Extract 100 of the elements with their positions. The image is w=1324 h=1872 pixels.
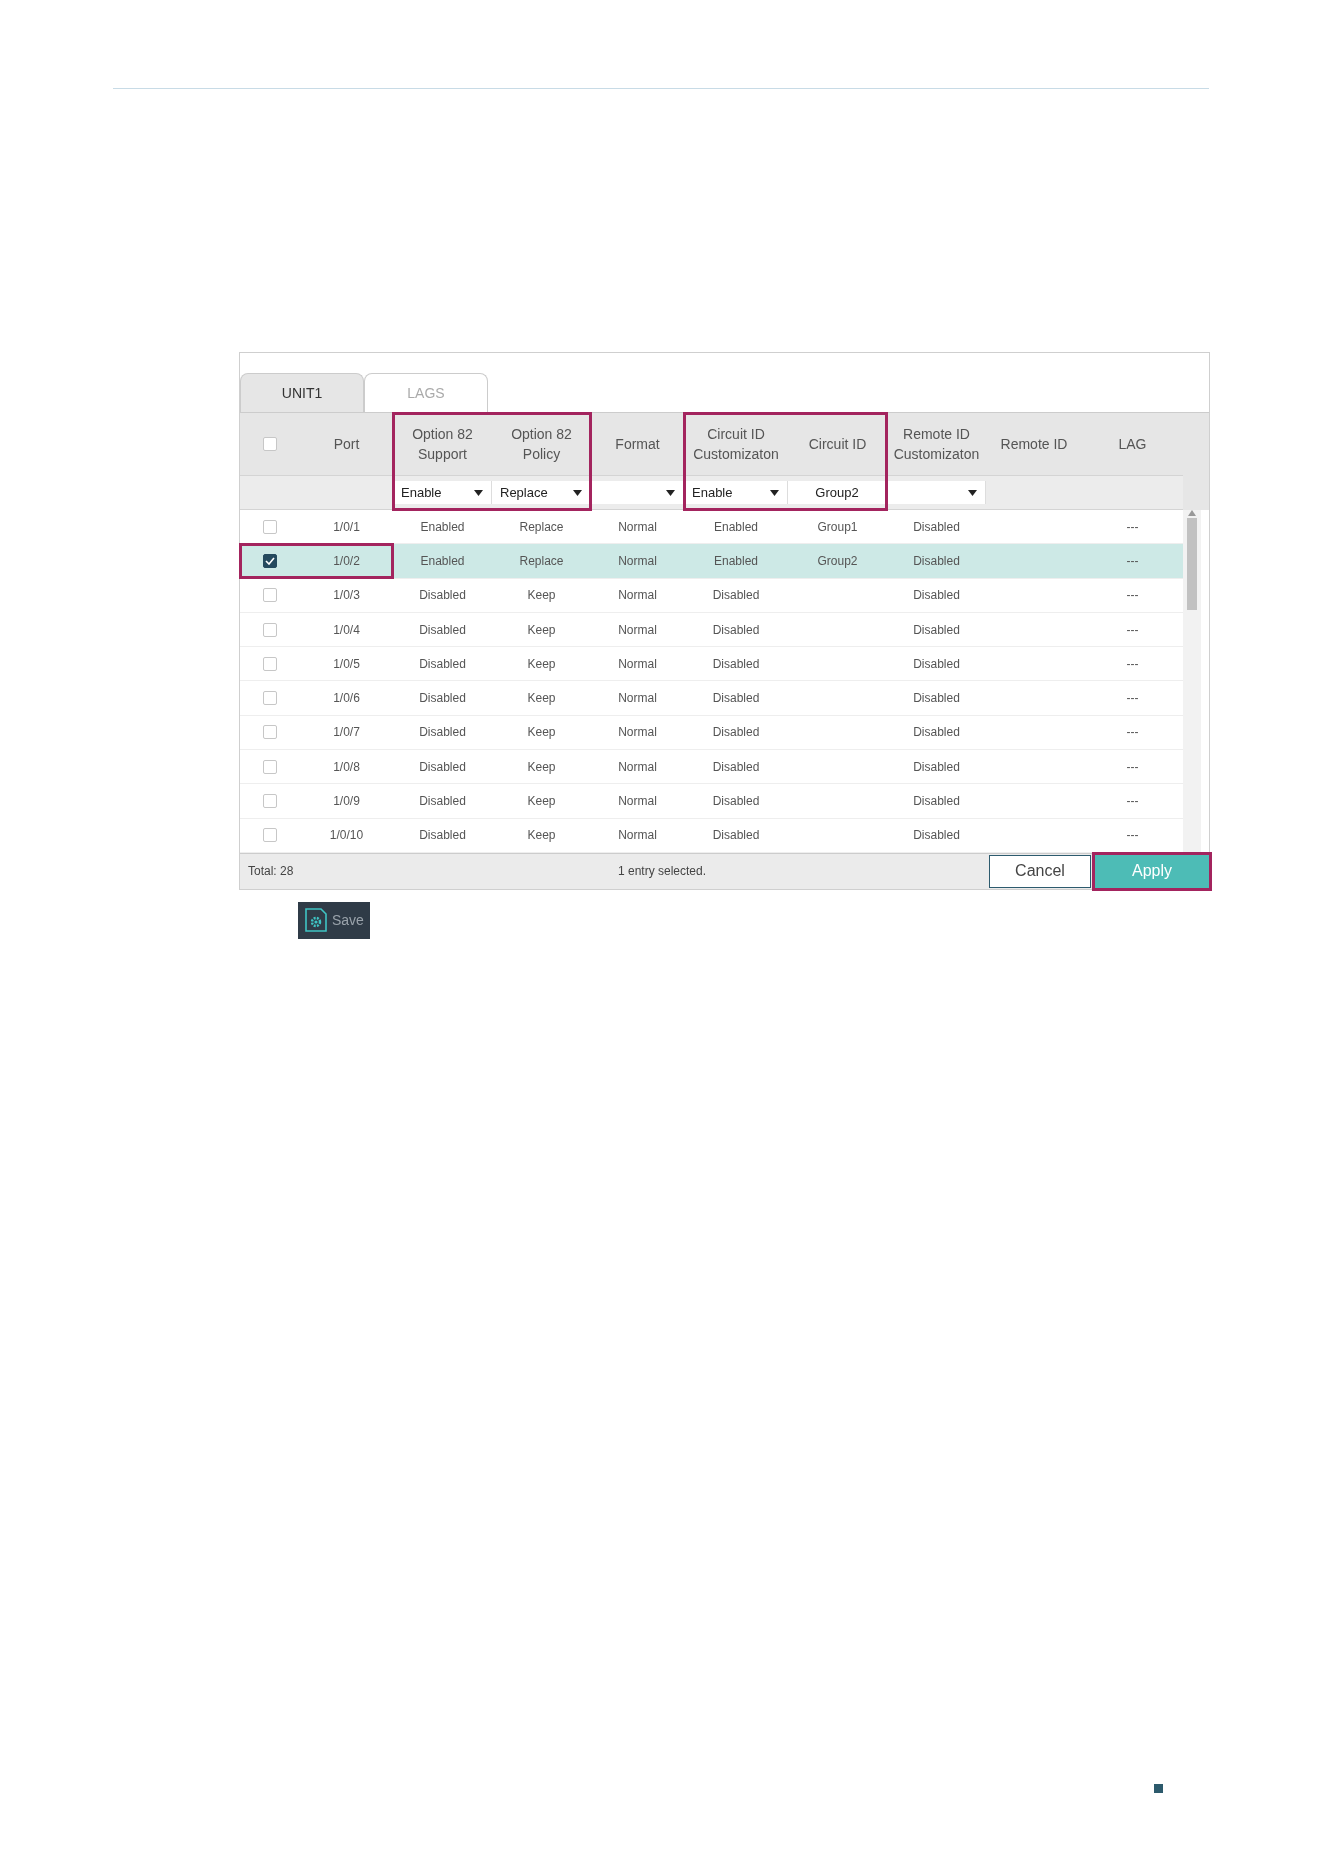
table-cell: 1/0/7	[333, 725, 360, 740]
table-cell: 1/0/10	[329, 828, 364, 843]
table-cell: Disabled	[712, 656, 760, 671]
table-cell: ---	[1126, 519, 1139, 534]
scrollbar-thumb[interactable]	[1187, 518, 1197, 610]
table-cell: 1/0/2	[333, 553, 360, 568]
table-cell: Enabled	[420, 553, 465, 568]
table-cell: Disabled	[913, 794, 960, 808]
scrollbar[interactable]	[1183, 510, 1201, 853]
table-cell: Disabled	[419, 725, 466, 740]
dropdown-field[interactable]: Replace	[492, 481, 591, 504]
table-cell: Enabled	[420, 519, 465, 534]
table-cell: Disabled	[913, 656, 960, 671]
table-cell: Disabled	[913, 828, 960, 843]
table-cell: Normal	[618, 794, 657, 808]
table-cell: Normal	[618, 691, 657, 706]
floppy-gear-icon	[304, 908, 328, 933]
dropdown-caret-icon	[770, 489, 779, 496]
table-cell: 1/0/9	[333, 794, 360, 808]
table-cell: Disabled	[419, 588, 466, 603]
column-header: Remote ID	[999, 435, 1069, 454]
column-header: Port	[332, 435, 361, 454]
table-cell: Group1	[817, 519, 858, 534]
table-cell: 1/0/6	[333, 691, 360, 706]
table-cell: Disabled	[419, 691, 466, 706]
table-cell: ---	[1126, 691, 1139, 706]
table-cell: Disabled	[712, 759, 760, 774]
table-cell: Disabled	[712, 691, 760, 706]
table-cell: Replace	[519, 553, 564, 568]
table-cell: Enabled	[713, 519, 758, 534]
table-cell: Disabled	[712, 794, 760, 808]
column-header: Circuit ID	[807, 435, 868, 454]
table-cell: Keep	[527, 691, 556, 706]
table-cell: Disabled	[419, 828, 466, 843]
checkbox[interactable]	[263, 553, 277, 568]
dropdown-field[interactable]: Enable	[393, 481, 492, 504]
table-cell: Enabled	[713, 553, 758, 568]
table-cell: Disabled	[419, 656, 466, 671]
page-marker	[1154, 1784, 1163, 1793]
cancel-button[interactable]: Cancel	[989, 854, 1091, 888]
selection-status: 1 entry selected.	[618, 864, 708, 879]
table-cell: Normal	[618, 656, 657, 671]
table-cell: Keep	[527, 759, 556, 774]
dropdown-caret-icon	[474, 489, 483, 496]
table-cell: Keep	[527, 794, 556, 808]
table-cell: ---	[1126, 622, 1139, 637]
table-cell: Keep	[527, 725, 556, 740]
table-cell: Disabled	[913, 622, 960, 637]
table-cell: ---	[1126, 794, 1139, 808]
table-cell: ---	[1126, 725, 1139, 740]
scroll-up-arrow-icon[interactable]	[1188, 510, 1196, 516]
table-cell: 1/0/5	[333, 656, 360, 671]
table-cell: Disabled	[913, 759, 960, 774]
table-cell: Replace	[519, 519, 564, 534]
table-cell: ---	[1126, 759, 1139, 774]
table-cell: 1/0/1	[333, 519, 360, 534]
table-cell: 1/0/3	[333, 588, 360, 603]
table-cell: Normal	[618, 828, 657, 843]
column-header: Option 82 Support	[411, 425, 474, 464]
dropdown-field[interactable]: Enable	[684, 481, 788, 504]
table-row[interactable]: 1/0/2 Enabled Replace Normal Enabled Group2 Disabled ---	[240, 544, 1183, 579]
table-cell: Disabled	[712, 622, 760, 637]
table-cell: Disabled	[712, 828, 760, 843]
table-cell: Disabled	[913, 691, 960, 706]
table-cell: Group2	[817, 553, 858, 568]
save-button[interactable]: Save	[298, 901, 370, 939]
table-cell: Disabled	[913, 553, 960, 568]
dropdown-caret-icon	[666, 489, 675, 496]
column-header: LAG	[1117, 435, 1148, 454]
table-cell: ---	[1126, 656, 1139, 671]
table-cell: Normal	[618, 622, 657, 637]
checkmark-icon	[265, 556, 275, 565]
table-cell: Keep	[527, 588, 556, 603]
input-field[interactable]: Group2	[788, 481, 887, 504]
table-cell: Normal	[618, 519, 657, 534]
table-cell: Normal	[618, 553, 657, 568]
column-header: Option 82 Policy	[510, 425, 573, 464]
table-cell: Keep	[527, 828, 556, 843]
table-cell: Disabled	[712, 588, 760, 603]
tab[interactable]: UNIT1	[240, 373, 364, 412]
table-cell: Disabled	[419, 622, 466, 637]
table-cell: 1/0/4	[333, 622, 360, 637]
dropdown-caret-icon	[968, 489, 977, 496]
table-cell: ---	[1126, 553, 1139, 568]
table-cell: ---	[1126, 828, 1139, 843]
dropdown-caret-icon	[573, 489, 582, 496]
table-cell: Disabled	[419, 759, 466, 774]
total-count: Total: 28	[248, 864, 295, 879]
dropdown-field[interactable]	[591, 481, 684, 504]
table-cell: Disabled	[712, 725, 760, 740]
column-header: Format	[614, 435, 661, 454]
column-header: Remote ID Customizaton	[892, 425, 981, 464]
table-cell: ---	[1126, 588, 1139, 603]
table-cell: Disabled	[419, 794, 466, 808]
table-cell: Disabled	[913, 725, 960, 740]
table-cell: 1/0/8	[333, 759, 360, 774]
table-cell: Normal	[618, 588, 657, 603]
table-cell: Disabled	[913, 519, 960, 534]
dropdown-field[interactable]	[887, 481, 986, 504]
table-cell: Keep	[527, 622, 556, 637]
